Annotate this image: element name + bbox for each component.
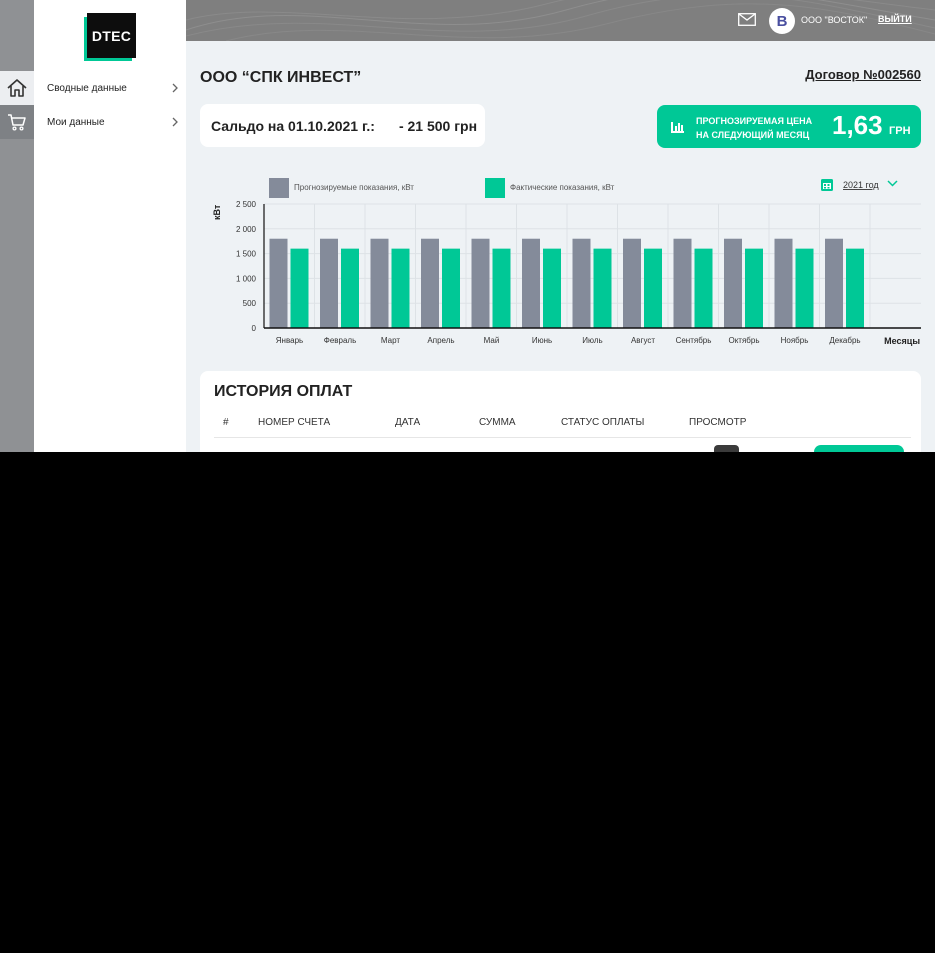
bar-actual (593, 248, 612, 328)
company-name: ООО "ВОСТОК" (801, 15, 868, 25)
sidebar-item-my-data[interactable]: Мои данные (34, 105, 186, 139)
year-selector[interactable]: 2021 год (821, 179, 898, 191)
x-tick-label: Июль (582, 336, 602, 345)
legend-label-forecast: Прогнозируемые показания, кВт (294, 183, 414, 192)
bar-forecast (724, 238, 742, 328)
payment-history-panel: ИСТОРИЯ ОПЛАТ # НОМЕР СЧЕТА ДАТА СУММА С… (200, 371, 921, 452)
contract-link[interactable]: Договор №002560 (805, 67, 921, 82)
y-tick-label: 1 000 (236, 274, 257, 283)
x-tick-label: Январь (276, 336, 303, 345)
bar-actual (543, 248, 561, 328)
app-window: DTEC Сводные данные Мои данные В ООО "ВО… (0, 0, 935, 452)
x-tick-label: Ноябрь (781, 336, 809, 345)
forecast-label-line2: НА СЛЕДУЮЩИЙ МЕСЯЦ (696, 130, 810, 140)
y-tick-label: 2 000 (236, 225, 257, 234)
forecast-unit: ГРН (889, 125, 911, 137)
bar-actual (795, 248, 814, 328)
payment-history-title: ИСТОРИЯ ОПЛАТ (214, 383, 353, 400)
bar-actual (391, 248, 410, 328)
logout-link[interactable]: ВЫЙТИ (878, 14, 912, 24)
x-tick-label: Июнь (532, 336, 552, 345)
balance-amount: - 21 500 грн (398, 117, 478, 134)
mail-icon[interactable] (738, 13, 756, 26)
forecast-value: 1,63 (832, 110, 883, 140)
column-header-index: # (223, 417, 229, 428)
x-axis-ticks: Январь Февраль Март Апрель Май Июнь Июль Август… (276, 336, 861, 345)
sidebar-item-label: Сводные данные (47, 82, 127, 94)
y-tick-label: 2 500 (236, 200, 257, 209)
bar-actual (442, 248, 460, 328)
y-tick-label: 1 500 (236, 250, 257, 259)
table-header-divider (214, 437, 911, 438)
top-bar: В ООО "ВОСТОК" ВЫЙТИ (186, 0, 935, 41)
logo-text: DTEC (87, 13, 136, 58)
y-tick-label: 500 (243, 299, 257, 308)
bar-actual (290, 248, 309, 328)
chart-grid (263, 203, 921, 328)
avatar[interactable]: В (769, 8, 795, 34)
legend-label-actual: Фактические показания, кВт (510, 183, 615, 192)
column-header-date: ДАТА (395, 417, 421, 428)
forecast-price-card: ПРОГНОЗИРУЕМАЯ ЦЕНА НА СЛЕДУЮЩИЙ МЕСЯЦ 1… (657, 105, 921, 148)
status-badge (814, 445, 904, 452)
column-header-view: ПРОСМОТР (689, 417, 747, 428)
page-title: ООО “СПК ИНВЕСТ” (200, 69, 362, 86)
x-tick-label: Октябрь (728, 336, 759, 345)
bar-forecast (471, 238, 490, 328)
bar-actual (694, 248, 713, 328)
y-axis-title: кВт (212, 204, 222, 220)
bar-forecast (774, 238, 793, 328)
icon-rail (0, 0, 34, 452)
column-header-amount: СУММА (479, 417, 516, 428)
view-button[interactable] (714, 445, 739, 452)
y-tick-label: 0 (252, 324, 257, 333)
legend-swatch-forecast (269, 178, 289, 198)
forecast-label-line1: ПРОГНОЗИРУЕМАЯ ЦЕНА (696, 116, 813, 126)
chevron-right-icon (172, 117, 178, 127)
home-icon (7, 79, 27, 97)
x-tick-label: Апрель (427, 336, 454, 345)
chevron-down-icon (887, 180, 898, 187)
bar-forecast (623, 238, 641, 328)
x-tick-label: Май (484, 336, 500, 345)
y-axis-ticks: 0 500 1 000 1 500 2 000 2 500 (236, 200, 257, 333)
balance-label: Сальдо на 01.10.2021 г.: (211, 117, 375, 134)
bar-actual (341, 248, 359, 328)
consumption-chart: Прогнозируемые показания, кВт Фактически… (212, 178, 921, 346)
chevron-right-icon (172, 83, 178, 93)
x-axis-title: Месяцы (884, 336, 920, 346)
column-header-invoice: НОМЕР СЧЕТА (258, 417, 331, 428)
bar-forecast (825, 238, 843, 328)
rail-home-button[interactable] (0, 71, 34, 105)
calendar-icon (821, 179, 833, 191)
forecast-label: ПРОГНОЗИРУЕМАЯ ЦЕНА НА СЛЕДУЮЩИЙ МЕСЯЦ (696, 114, 812, 142)
bar-actual (492, 248, 511, 328)
bar-forecast (522, 238, 540, 328)
x-tick-label: Август (631, 336, 655, 345)
x-tick-label: Февраль (324, 336, 357, 345)
x-tick-label: Сентябрь (676, 336, 712, 345)
sidebar-item-label: Мои данные (47, 116, 105, 128)
logo[interactable]: DTEC (84, 13, 136, 61)
sidebar: DTEC Сводные данные Мои данные (34, 0, 186, 452)
legend-swatch-actual (485, 178, 505, 198)
balance-card: Сальдо на 01.10.2021 г.: - 21 500 грн (200, 104, 485, 147)
rail-cart-button[interactable] (0, 105, 34, 139)
x-tick-label: Март (381, 336, 400, 345)
x-tick-label: Декабрь (829, 336, 860, 345)
bar-actual (846, 248, 864, 328)
column-header-status: СТАТУС ОПЛАТЫ (561, 417, 645, 428)
bar-chart-icon (671, 122, 684, 133)
bar-actual (644, 248, 662, 328)
cart-icon (8, 114, 26, 131)
bar-forecast (421, 238, 439, 328)
bar-actual (745, 248, 763, 328)
bar-forecast (673, 238, 692, 328)
bar-forecast (370, 238, 389, 328)
sidebar-item-summary[interactable]: Сводные данные (34, 71, 186, 105)
bar-forecast (572, 238, 591, 328)
year-selector-label: 2021 год (843, 180, 879, 190)
bar-forecast (320, 238, 338, 328)
bar-forecast (269, 238, 288, 328)
